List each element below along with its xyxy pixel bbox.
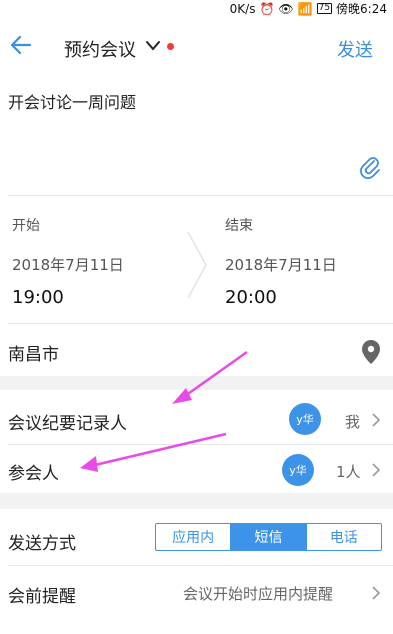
eye-icon: 👁 — [278, 1, 294, 16]
recorder-label: 会议纪要记录人 — [8, 414, 127, 434]
avatar: y华 — [289, 403, 321, 435]
chevron-right-icon[interactable] — [371, 585, 381, 601]
header-bar: 预约会议 发送 — [0, 16, 393, 76]
chevron-down-icon[interactable] — [144, 38, 162, 54]
reminder-value[interactable]: 会议开始时应用内提醒 — [183, 583, 333, 604]
chevron-right-separator-icon — [187, 231, 207, 299]
divider — [8, 444, 393, 445]
status-bar: 0K/s ⏰ 👁 📶 75 傍晚6:24 — [0, 0, 393, 17]
divider — [8, 195, 393, 196]
annotation-arrowhead-attendees — [80, 456, 98, 472]
send-button[interactable]: 发送 — [337, 36, 373, 62]
avatar: y华 — [282, 454, 314, 486]
location-pin-icon[interactable] — [359, 338, 383, 366]
alarm-icon: ⏰ — [259, 1, 275, 16]
end-label: 结束 — [225, 218, 253, 234]
section-gap — [0, 493, 393, 509]
attendees-label: 参会人 — [8, 464, 59, 484]
annotation-arrow-attendees — [94, 432, 227, 467]
notification-dot — [167, 43, 174, 50]
segment-phone[interactable]: 电话 — [307, 524, 381, 550]
start-label: 开始 — [12, 218, 40, 234]
net-speed: 0K/s — [229, 1, 256, 16]
chevron-right-icon[interactable] — [371, 412, 381, 428]
annotation-arrowhead-recorder — [172, 388, 192, 404]
end-time[interactable]: 20:00 — [225, 287, 277, 308]
start-time[interactable]: 19:00 — [12, 287, 64, 308]
location-field[interactable]: 南昌市 — [8, 340, 59, 365]
send-method-segmented: 应用内 短信 电话 — [155, 523, 382, 551]
divider — [8, 565, 393, 566]
recorder-value: 我 — [345, 413, 361, 431]
start-date[interactable]: 2018年7月11日 — [12, 254, 124, 275]
segment-sms[interactable]: 短信 — [231, 524, 307, 550]
battery-icon: 75 — [316, 3, 333, 14]
signal-icon: 📶 — [297, 1, 313, 16]
end-date[interactable]: 2018年7月11日 — [225, 254, 337, 275]
attendees-count: 1人 — [336, 463, 361, 481]
reminder-label: 会前提醒 — [8, 587, 76, 607]
status-time: 傍晚6:24 — [336, 2, 387, 16]
chevron-right-icon[interactable] — [371, 462, 381, 478]
segment-in-app[interactable]: 应用内 — [156, 524, 232, 550]
send-method-label: 发送方式 — [8, 534, 76, 554]
attachment-icon[interactable] — [358, 155, 382, 179]
back-arrow-icon[interactable] — [8, 32, 34, 58]
divider — [8, 323, 393, 324]
section-gap — [0, 376, 393, 390]
subject-input[interactable]: 开会讨论一周问题 — [8, 89, 136, 113]
page-title[interactable]: 预约会议 — [64, 36, 136, 62]
